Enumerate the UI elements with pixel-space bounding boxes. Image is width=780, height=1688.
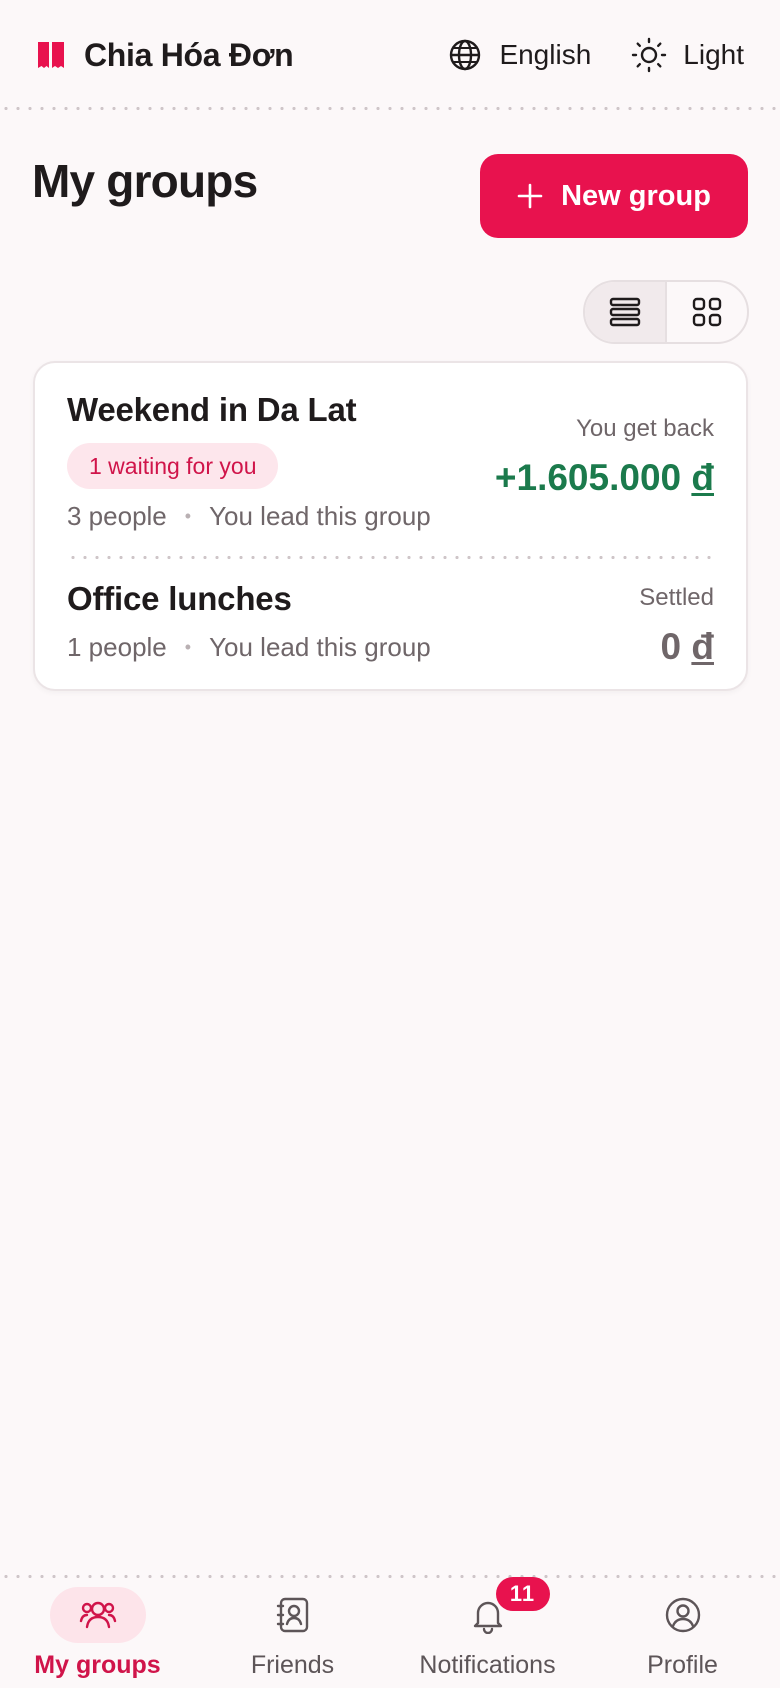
title-row: My groups New group xyxy=(32,144,748,238)
new-group-button[interactable]: New group xyxy=(480,154,748,238)
group-name: Office lunches xyxy=(67,580,292,617)
page-title: My groups xyxy=(32,155,258,207)
nav-label: Notifications xyxy=(419,1651,556,1679)
notification-count-badge: 11 xyxy=(495,1577,550,1611)
group-row-office-lunches[interactable]: Office lunches 1 people • You lead this … xyxy=(35,558,746,693)
balance-amount: 0 đ xyxy=(639,626,714,668)
group-meta: 3 people • You lead this group xyxy=(67,501,431,532)
people-count: 3 people xyxy=(67,501,167,531)
theme-button[interactable]: Light xyxy=(631,37,744,73)
group-role: You lead this group xyxy=(209,632,431,662)
header-actions: English Light xyxy=(447,37,744,73)
group-name: Weekend in Da Lat xyxy=(67,391,357,428)
brand[interactable]: Chia Hóa Đơn xyxy=(36,36,294,74)
nav-item-friends[interactable]: Friends xyxy=(195,1575,390,1688)
currency-symbol: đ xyxy=(691,626,714,667)
grid-view-icon xyxy=(692,297,722,327)
balance-amount: +1.605.000 đ xyxy=(495,457,714,499)
nav-item-notifications[interactable]: 11 Notifications xyxy=(390,1575,585,1688)
nav-label: Friends xyxy=(250,1651,335,1679)
language-label: English xyxy=(499,39,592,70)
theme-label: Light xyxy=(683,39,744,70)
currency-symbol: đ xyxy=(691,457,714,498)
grid-view-button[interactable] xyxy=(667,282,747,342)
balance-value: 0 xyxy=(660,626,682,667)
bottom-nav: My groups Friends 11 Notifications Profi… xyxy=(0,1575,780,1688)
group-balance: Settled 0 đ xyxy=(639,584,714,668)
balance-value: +1.605.000 xyxy=(494,457,682,498)
plus-icon xyxy=(517,183,543,209)
balance-label: Settled xyxy=(639,584,714,611)
group-row-weekend-in-da-lat[interactable]: Weekend in Da Lat 1 waiting for you 3 pe… xyxy=(35,363,746,558)
separator-dot: • xyxy=(184,506,192,526)
nav-label: My groups xyxy=(34,1651,161,1679)
nav-item-profile[interactable]: Profile xyxy=(585,1575,780,1688)
separator-dot: • xyxy=(184,637,192,657)
nav-icon-container xyxy=(245,1587,341,1643)
globe-icon xyxy=(450,39,481,71)
language-button[interactable]: English xyxy=(447,37,591,73)
nav-label: Profile xyxy=(647,1651,718,1679)
view-toggle xyxy=(583,280,749,344)
group-meta: 1 people • You lead this group xyxy=(67,632,431,663)
new-group-label: New group xyxy=(561,179,711,212)
nav-icon-container: 11 xyxy=(440,1577,550,1643)
contacts-icon xyxy=(276,1597,308,1633)
pending-badge: 1 waiting for you xyxy=(67,443,279,489)
nav-item-my-groups[interactable]: My groups xyxy=(0,1575,195,1688)
sun-icon xyxy=(632,37,667,73)
top-bar: Chia Hóa Đơn English Light xyxy=(0,0,780,110)
nav-icon-container xyxy=(635,1587,731,1643)
group-role: You lead this group xyxy=(209,501,431,531)
app-name: Chia Hóa Đơn xyxy=(84,36,294,73)
nav-icon-container xyxy=(49,1587,146,1643)
groups-icon xyxy=(79,1601,116,1629)
list-view-button[interactable] xyxy=(585,282,667,342)
app-screen: Chia Hóa Đơn English Light My groups New… xyxy=(0,0,780,1688)
group-balance: You get back +1.605.000 đ xyxy=(495,415,714,499)
balance-label: You get back xyxy=(576,415,714,442)
user-circle-icon xyxy=(665,1597,700,1633)
receipt-logo-icon xyxy=(38,42,64,68)
people-count: 1 people xyxy=(67,632,167,662)
groups-list: Weekend in Da Lat 1 waiting for you 3 pe… xyxy=(33,361,748,691)
list-view-icon xyxy=(609,297,641,327)
